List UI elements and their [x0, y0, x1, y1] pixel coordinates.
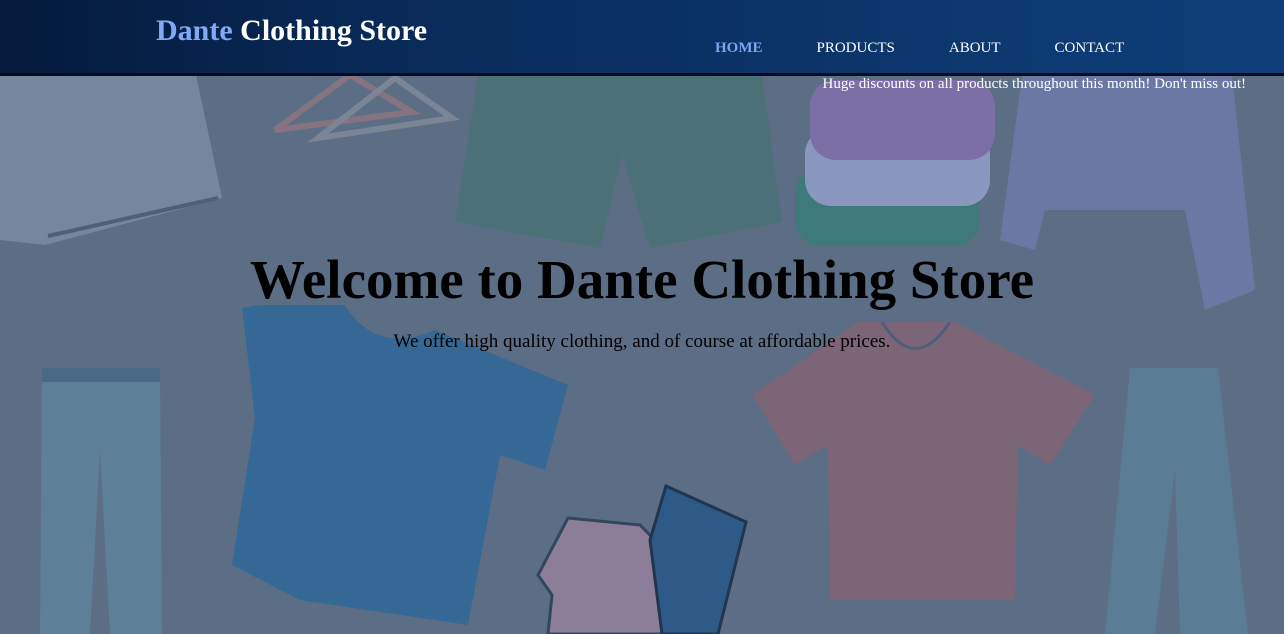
jeans-left-illustration	[40, 368, 162, 634]
jeans-folded-illustration	[648, 483, 748, 634]
jeans-right-illustration	[1105, 368, 1248, 634]
main-nav: HOME PRODUCTS ABOUT CONTACT	[715, 40, 1178, 57]
nav-contact[interactable]: CONTACT	[1055, 40, 1125, 57]
hero-background-illustration	[0, 70, 1255, 634]
tshirt-pink-illustration	[752, 321, 1095, 600]
nav-products[interactable]: PRODUCTS	[817, 40, 895, 57]
tshirt-blue-illustration	[232, 305, 568, 625]
site-logo[interactable]: Dante Clothing Store	[156, 14, 427, 48]
hero-subtitle: We offer high quality clothing, and of c…	[393, 331, 891, 352]
hanger-illustration	[273, 71, 460, 143]
folded-shirt-illustration	[0, 70, 222, 245]
hero-title: Welcome to Dante Clothing Store	[249, 249, 1035, 310]
nav-about[interactable]: ABOUT	[949, 40, 1001, 57]
nav-home[interactable]: HOME	[715, 40, 763, 57]
logo-accent-word: Dante	[156, 14, 233, 47]
site-header: Dante Clothing Store HOME PRODUCTS ABOUT…	[0, 0, 1284, 76]
discount-notice: Huge discounts on all products throughou…	[822, 76, 1246, 92]
logo-text: Clothing Store	[232, 14, 428, 47]
sweater-stack-illustration	[795, 80, 995, 246]
shorts-illustration	[455, 75, 782, 248]
